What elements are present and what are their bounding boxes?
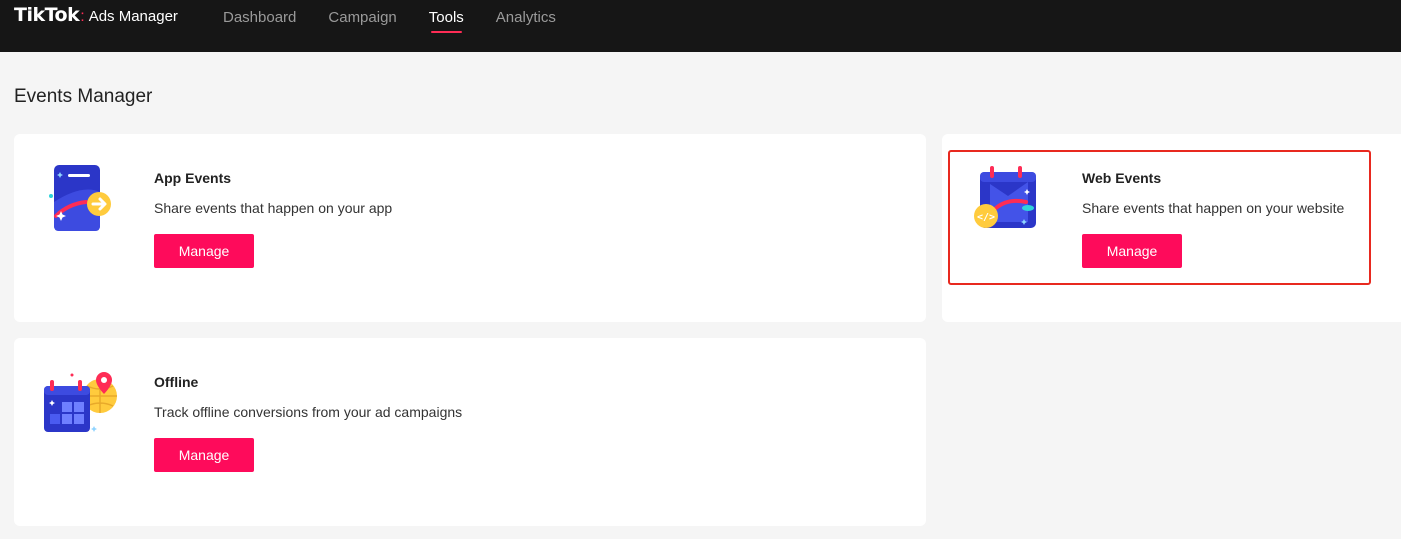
app-events-icon xyxy=(42,162,130,238)
offline-body: Offline Track offline conversions from y… xyxy=(154,373,462,472)
app-events-body: App Events Share events that happen on y… xyxy=(154,169,392,268)
app-events-manage-button[interactable]: Manage xyxy=(154,234,254,268)
web-events-description: Share events that happen on your website xyxy=(1082,200,1345,216)
nav-analytics[interactable]: Analytics xyxy=(496,0,556,36)
app-events-description: Share events that happen on your app xyxy=(154,200,393,216)
web-events-title: Web Events xyxy=(1082,170,1162,186)
nav-tools[interactable]: Tools xyxy=(429,0,464,36)
offline-description: Track offline conversions from your ad c… xyxy=(154,404,463,420)
product-name: Ads Manager xyxy=(88,8,178,25)
svg-text:</>: </> xyxy=(977,212,995,223)
top-bar: TikTok : Ads Manager Dashboard Campaign … xyxy=(0,0,1401,52)
main-nav: Dashboard Campaign Tools Analytics xyxy=(223,0,588,52)
app-events-title: App Events xyxy=(154,170,232,186)
page-title: Events Manager xyxy=(14,86,153,107)
brand[interactable]: TikTok : Ads Manager xyxy=(14,4,178,26)
offline-events-icon xyxy=(42,366,130,442)
app-events-card: App Events Share events that happen on y… xyxy=(14,134,926,322)
web-events-card: </> Web Events Share events that happen … xyxy=(942,134,1401,322)
web-events-icon: </> xyxy=(970,162,1058,238)
web-events-body: Web Events Share events that happen on y… xyxy=(1082,169,1344,268)
offline-title: Offline xyxy=(154,374,199,390)
offline-manage-button[interactable]: Manage xyxy=(154,438,254,472)
logo-dot-icon: : xyxy=(80,8,85,25)
nav-dashboard[interactable]: Dashboard xyxy=(223,0,296,36)
offline-card: Offline Track offline conversions from y… xyxy=(14,338,926,526)
web-events-manage-button[interactable]: Manage xyxy=(1082,234,1182,268)
tiktok-logo: TikTok xyxy=(14,4,80,26)
nav-campaign[interactable]: Campaign xyxy=(328,0,396,36)
